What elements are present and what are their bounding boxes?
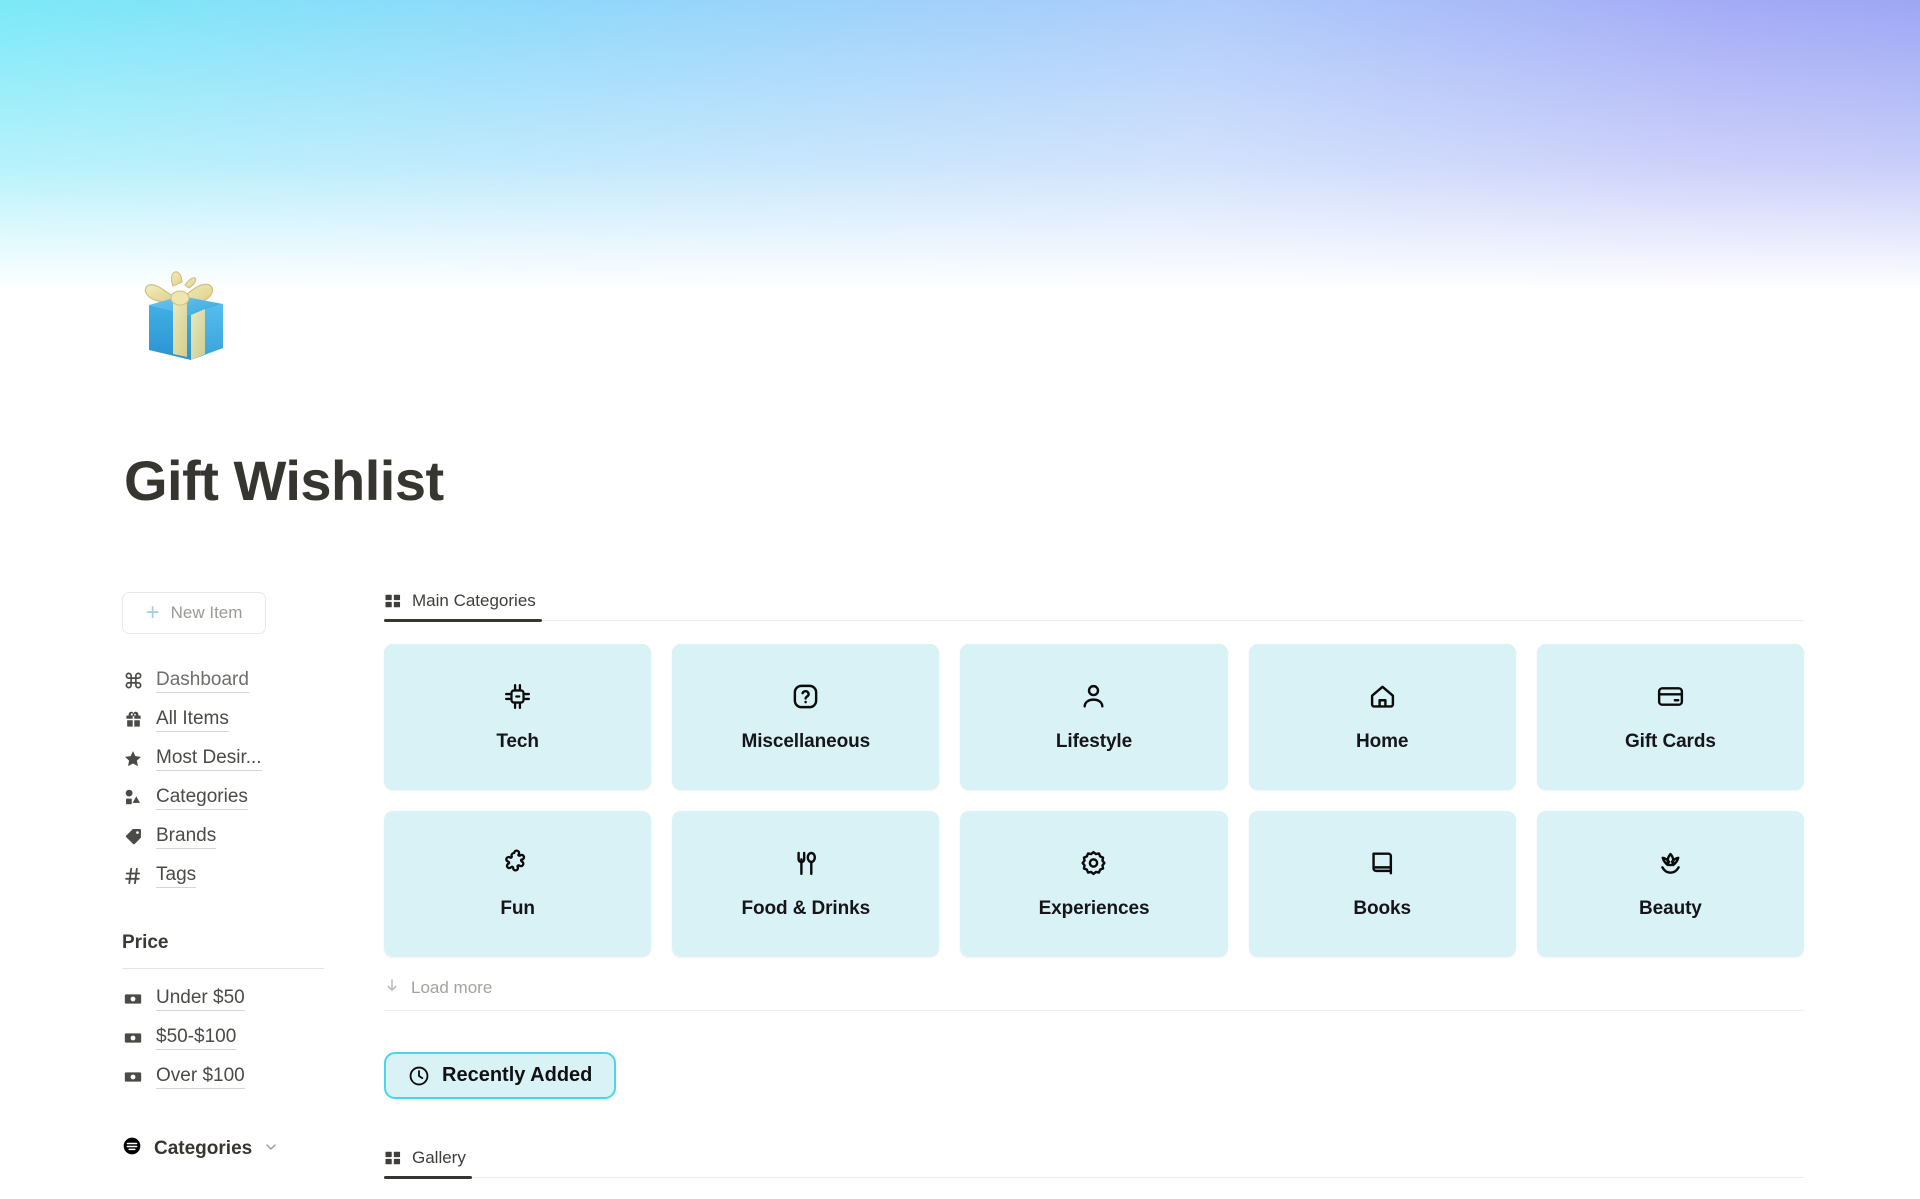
tab-label: Main Categories (412, 590, 536, 610)
category-card-gift-cards[interactable]: Gift Cards (1536, 644, 1804, 790)
category-label: Tech (496, 730, 539, 752)
sidebar-item-label: Categories (156, 786, 248, 810)
person-icon (1079, 682, 1109, 712)
sidebar-item-label: Brands (156, 825, 217, 849)
load-more-label: Load more (411, 977, 493, 997)
page-content: Gift Wishlist + New Item Dashboard All I… (0, 0, 1920, 1199)
category-label: Books (1353, 897, 1411, 919)
category-label: Gift Cards (1624, 730, 1716, 752)
category-card-tech[interactable]: Tech (384, 644, 652, 790)
grid-icon (384, 592, 402, 610)
sidebar-item-most-desired[interactable]: Most Desir... (122, 739, 350, 778)
category-card-grid: Tech Miscellaneous Lifestyle Home Gift C… (384, 644, 1804, 957)
shapes-icon (122, 787, 144, 809)
sidebar-item-label: Tags (156, 864, 197, 888)
grid-icon (384, 1149, 402, 1167)
fork-spoon-icon (791, 849, 821, 879)
sidebar-item-brands[interactable]: Brands (122, 817, 350, 856)
load-more-button[interactable]: Load more (384, 977, 1804, 1011)
money-icon (122, 1066, 144, 1088)
hash-icon (122, 865, 144, 887)
credit-card-icon (1655, 682, 1685, 712)
category-card-home[interactable]: Home (1248, 644, 1516, 790)
new-item-button[interactable]: + New Item (122, 592, 266, 634)
category-card-food-and-drinks[interactable]: Food & Drinks (672, 811, 940, 957)
category-label: Miscellaneous (741, 730, 871, 752)
chevron-down-icon (264, 1140, 278, 1158)
price-filter-label: Over $100 (156, 1065, 245, 1089)
sidebar-nav-list: Dashboard All Items Most Desir... Catego… (122, 661, 350, 895)
category-label: Food & Drinks (741, 897, 871, 919)
arrow-down-icon (384, 977, 400, 998)
app-root: Gift Wishlist + New Item Dashboard All I… (0, 0, 1920, 1199)
category-label: Experiences (1038, 897, 1150, 919)
money-icon (122, 1027, 144, 1049)
category-card-beauty[interactable]: Beauty (1536, 811, 1804, 957)
price-filter-over-100[interactable]: Over $100 (122, 1057, 350, 1096)
price-filter-50-100[interactable]: $50-$100 (122, 1018, 350, 1057)
price-filter-label: $50-$100 (156, 1026, 237, 1050)
book-icon (1367, 849, 1397, 879)
category-label: Lifestyle (1055, 730, 1133, 752)
clock-icon (408, 1065, 430, 1087)
category-card-experiences[interactable]: Experiences (960, 811, 1228, 957)
price-filter-under-50[interactable]: Under $50 (122, 979, 350, 1018)
sidebar-item-label: Dashboard (156, 669, 249, 693)
gift-icon (122, 709, 144, 731)
new-item-label: New Item (170, 603, 243, 622)
price-section-title: Price (122, 932, 169, 953)
category-card-books[interactable]: Books (1248, 811, 1516, 957)
recently-added-button[interactable]: Recently Added (384, 1052, 617, 1099)
category-card-lifestyle[interactable]: Lifestyle (960, 644, 1228, 790)
lotus-icon (1655, 849, 1685, 879)
sidebar: + New Item Dashboard All Items Most Desi… (122, 592, 350, 1161)
sidebar-item-dashboard[interactable]: Dashboard (122, 661, 350, 700)
price-filter-label: Under $50 (156, 987, 245, 1011)
puzzle-icon (503, 849, 533, 879)
command-icon (122, 670, 144, 692)
sidebar-item-tags[interactable]: Tags (122, 856, 350, 895)
gear-icon (1079, 849, 1109, 879)
chip-icon (503, 682, 533, 712)
star-icon (122, 748, 144, 770)
main-categories-tabstrip: Main Categories (384, 580, 1804, 622)
price-section-divider (122, 968, 324, 969)
sidebar-item-label: All Items (156, 708, 229, 732)
filter-icon (122, 1136, 142, 1161)
price-filter-list: Under $50 $50-$100 Over $100 (122, 979, 350, 1096)
money-icon (122, 988, 144, 1010)
main-column: Main Categories Tech Miscellaneous Lifes… (384, 580, 1804, 1179)
tab-label: Gallery (412, 1147, 466, 1167)
tab-gallery[interactable]: Gallery (384, 1137, 472, 1179)
category-card-fun[interactable]: Fun (384, 811, 652, 957)
sidebar-item-categories[interactable]: Categories (122, 778, 350, 817)
category-card-miscellaneous[interactable]: Miscellaneous (672, 644, 940, 790)
question-icon (791, 682, 821, 712)
category-label: Fun (500, 897, 535, 919)
gallery-tabstrip: Gallery (384, 1137, 1804, 1179)
plus-icon: + (145, 599, 160, 626)
sidebar-item-all-items[interactable]: All Items (122, 700, 350, 739)
sidebar-categories-collapsible[interactable]: Categories (122, 1136, 350, 1161)
gift-box-emoji-icon (125, 258, 237, 370)
recently-added-label: Recently Added (442, 1064, 593, 1086)
tab-main-categories[interactable]: Main Categories (384, 580, 542, 622)
sidebar-item-label: Most Desir... (156, 747, 262, 771)
sidebar-categories-label: Categories (154, 1137, 253, 1159)
page-title: Gift Wishlist (124, 449, 444, 512)
category-label: Home (1356, 730, 1409, 752)
tag-icon (122, 826, 144, 848)
house-icon (1367, 682, 1397, 712)
category-label: Beauty (1639, 897, 1702, 919)
